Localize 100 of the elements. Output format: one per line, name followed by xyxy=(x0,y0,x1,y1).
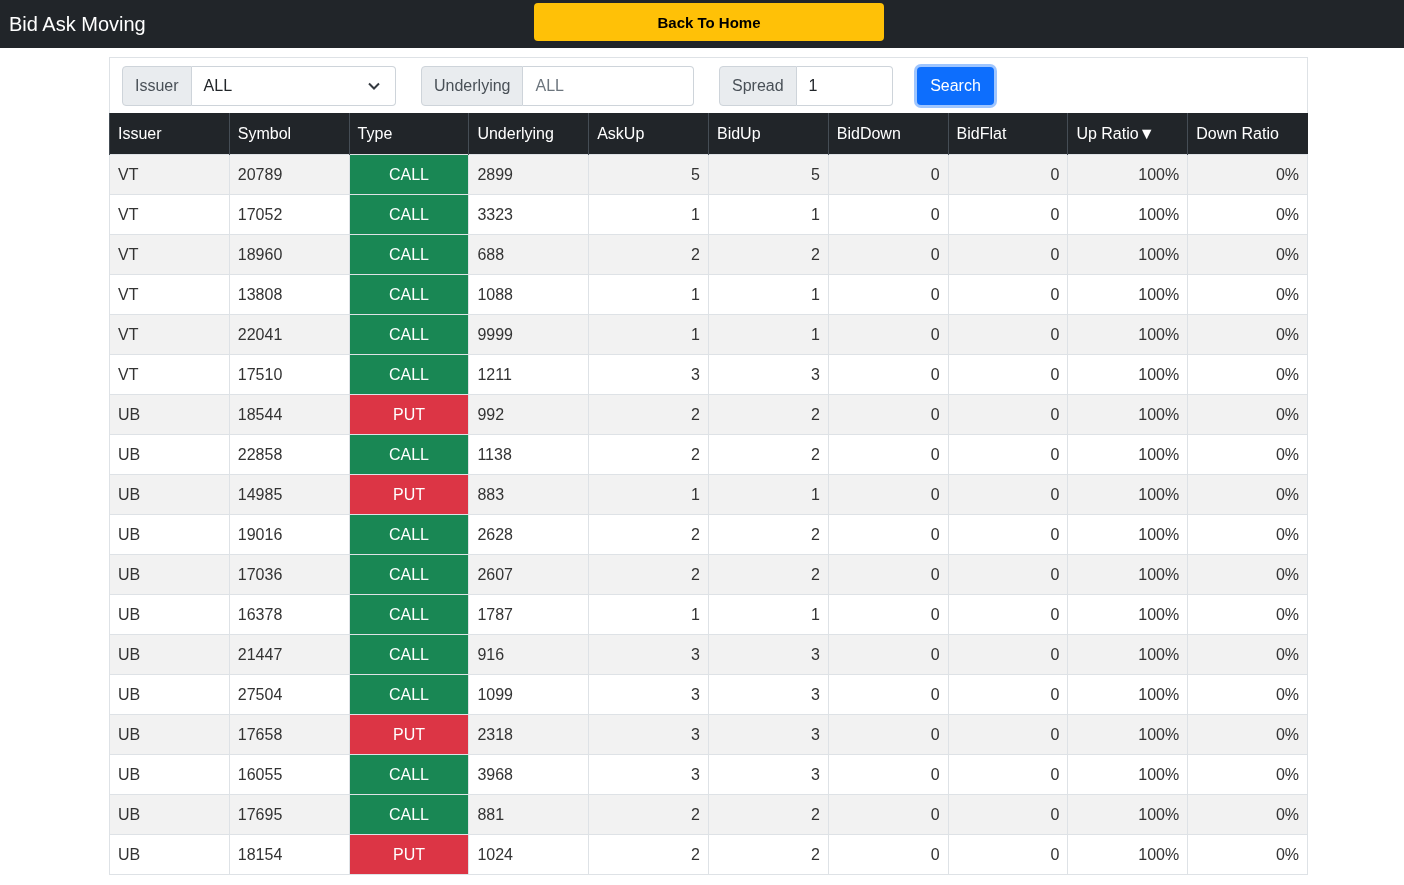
table-cell: 2 xyxy=(588,794,709,835)
table-cell: 0% xyxy=(1187,554,1308,595)
column-header[interactable]: Issuer xyxy=(109,113,230,155)
table-cell: 1138 xyxy=(468,434,589,475)
table-cell: 1 xyxy=(708,474,829,515)
column-header[interactable]: BidDown xyxy=(828,113,949,155)
table-cell: 0 xyxy=(948,714,1068,755)
issuer-select[interactable]: ALL xyxy=(191,65,396,106)
table-cell: 21447 xyxy=(229,634,350,675)
table-cell: 0% xyxy=(1187,834,1308,875)
table-cell: 0 xyxy=(948,754,1068,795)
table-cell: 0 xyxy=(948,514,1068,555)
table-cell: 0 xyxy=(948,794,1068,835)
table-cell: 3968 xyxy=(468,754,589,795)
table-cell: 0 xyxy=(828,354,949,395)
spread-input[interactable]: 1 xyxy=(796,65,893,106)
app-title: Bid Ask Moving xyxy=(9,12,146,36)
table-cell: 1 xyxy=(588,594,709,635)
type-cell: CALL xyxy=(349,794,469,835)
column-header[interactable]: Type xyxy=(349,113,469,155)
table-cell: 1 xyxy=(588,474,709,515)
table-cell: 100% xyxy=(1067,754,1188,795)
table-cell: 883 xyxy=(468,474,589,515)
type-cell: CALL xyxy=(349,234,469,275)
table-cell: 16055 xyxy=(229,754,350,795)
table-cell: 2 xyxy=(588,834,709,875)
issuer-label: Issuer xyxy=(122,65,192,106)
type-cell: CALL xyxy=(349,354,469,395)
table-cell: UB xyxy=(109,634,230,675)
table-cell: 992 xyxy=(468,394,589,435)
column-header[interactable]: Down Ratio xyxy=(1187,113,1308,155)
table-cell: 0 xyxy=(948,434,1068,475)
type-cell: CALL xyxy=(349,754,469,795)
table-cell: 2 xyxy=(708,234,829,275)
table-cell: 1024 xyxy=(468,834,589,875)
table-cell: 2 xyxy=(588,434,709,475)
table-cell: VT xyxy=(109,194,230,235)
table-cell: 0% xyxy=(1187,594,1308,635)
table-cell: UB xyxy=(109,754,230,795)
table-cell: 0% xyxy=(1187,154,1308,195)
table-cell: 0% xyxy=(1187,754,1308,795)
table-cell: 100% xyxy=(1067,794,1188,835)
table-cell: 0 xyxy=(828,794,949,835)
table-cell: 0% xyxy=(1187,354,1308,395)
back-to-home-button[interactable]: Back To Home xyxy=(534,3,884,41)
table-cell: 2318 xyxy=(468,714,589,755)
table-cell: 2 xyxy=(588,514,709,555)
type-cell: CALL xyxy=(349,594,469,635)
column-header[interactable]: AskUp xyxy=(588,113,709,155)
table-cell: 0 xyxy=(948,314,1068,355)
column-header[interactable]: BidUp xyxy=(708,113,829,155)
table-cell: 17036 xyxy=(229,554,350,595)
table-cell: 5 xyxy=(708,154,829,195)
type-cell: PUT xyxy=(349,394,469,435)
table-cell: 0 xyxy=(948,554,1068,595)
type-cell: PUT xyxy=(349,714,469,755)
table-cell: 2 xyxy=(588,554,709,595)
table-cell: 16378 xyxy=(229,594,350,635)
table-cell: 2 xyxy=(708,394,829,435)
table-cell: 100% xyxy=(1067,514,1188,555)
type-cell: CALL xyxy=(349,514,469,555)
table-cell: 100% xyxy=(1067,434,1188,475)
table-cell: 916 xyxy=(468,634,589,675)
table-cell: 0 xyxy=(948,274,1068,315)
column-header[interactable]: BidFlat xyxy=(948,113,1068,155)
table-cell: 9999 xyxy=(468,314,589,355)
table-cell: 0 xyxy=(828,514,949,555)
table-cell: VT xyxy=(109,354,230,395)
table-cell: 0 xyxy=(948,634,1068,675)
table-cell: 0% xyxy=(1187,434,1308,475)
underlying-input[interactable]: ALL xyxy=(523,65,694,106)
table-cell: 0% xyxy=(1187,634,1308,675)
table-cell: 2 xyxy=(588,234,709,275)
table-cell: 0 xyxy=(828,274,949,315)
table-cell: 14985 xyxy=(229,474,350,515)
table-cell: 2 xyxy=(708,514,829,555)
table-cell: 1 xyxy=(588,194,709,235)
table-cell: 3 xyxy=(708,634,829,675)
column-header[interactable]: Symbol xyxy=(229,113,350,155)
table-cell: 0% xyxy=(1187,274,1308,315)
table-cell: 1099 xyxy=(468,674,589,715)
table-cell: UB xyxy=(109,514,230,555)
table-cell: 0% xyxy=(1187,514,1308,555)
column-header[interactable]: Underlying xyxy=(468,113,589,155)
type-cell: PUT xyxy=(349,834,469,875)
table-cell: 13808 xyxy=(229,274,350,315)
underlying-label: Underlying xyxy=(421,65,524,106)
table-cell: UB xyxy=(109,474,230,515)
table-cell: 0 xyxy=(948,474,1068,515)
table-cell: 0% xyxy=(1187,234,1308,275)
table-cell: 0 xyxy=(948,354,1068,395)
table-cell: 0 xyxy=(828,474,949,515)
spread-label: Spread xyxy=(719,65,797,106)
table-cell: 0 xyxy=(828,754,949,795)
table-cell: 1 xyxy=(708,274,829,315)
table-cell: 2 xyxy=(708,554,829,595)
table-cell: 0 xyxy=(948,154,1068,195)
type-cell: CALL xyxy=(349,554,469,595)
column-header[interactable]: Up Ratio▼ xyxy=(1067,113,1188,155)
search-button[interactable]: Search xyxy=(917,66,994,105)
